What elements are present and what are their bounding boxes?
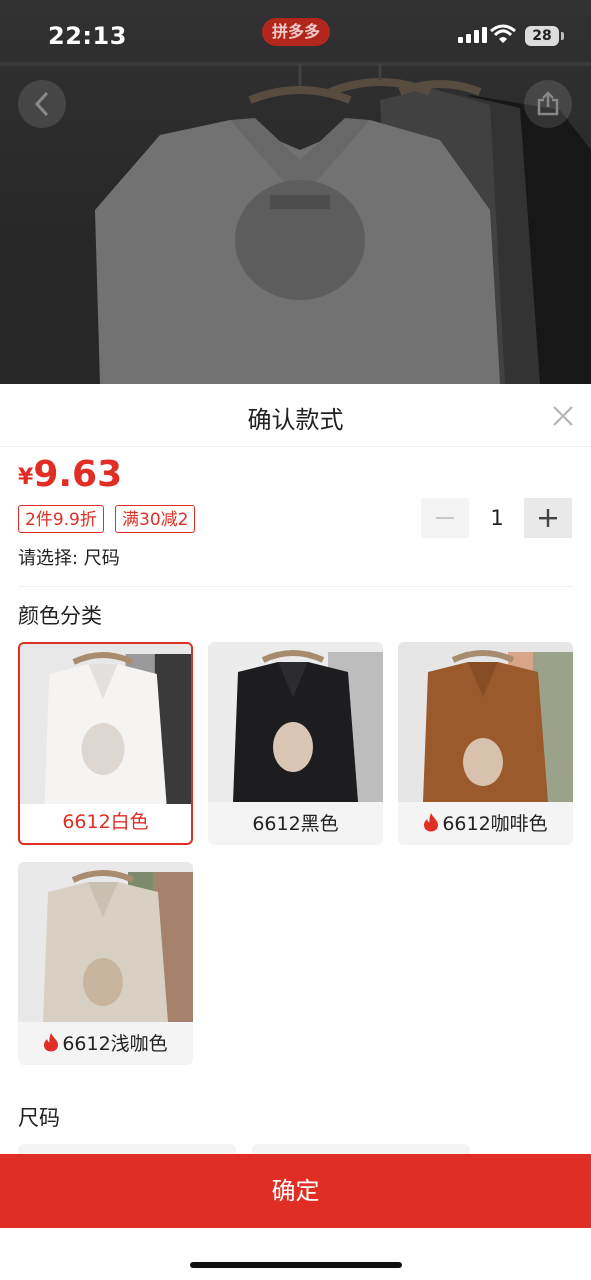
quantity-decrease-button[interactable] <box>421 498 469 538</box>
color-option-text: 6612黑色 <box>252 813 339 835</box>
selection-hint: 请选择: 尺码 <box>18 548 120 569</box>
color-option-label: 6612黑色 <box>208 803 383 845</box>
sheet-header: 确认款式 <box>0 384 591 447</box>
battery-tip <box>561 32 564 40</box>
sheet-title: 确认款式 <box>247 406 344 434</box>
home-indicator <box>190 1262 402 1268</box>
sku-selection-sheet: 确认款式 ¥9.63 2件9.9折 满30减2 请选择: 尺码 1 颜色分类 6… <box>0 384 591 1280</box>
price-currency: ¥ <box>18 465 34 490</box>
plus-icon <box>539 509 557 527</box>
share-button[interactable] <box>524 80 572 128</box>
confirm-button[interactable]: 确定 <box>0 1154 591 1228</box>
battery-indicator: 28 <box>525 26 559 46</box>
color-option-label: 6612咖啡色 <box>398 803 573 845</box>
status-bar: 22:13 拼多多 28 <box>0 0 591 64</box>
app-badge: 拼多多 <box>262 18 330 46</box>
chevron-left-icon <box>34 91 49 117</box>
color-option-image <box>20 644 191 804</box>
share-icon <box>537 91 559 116</box>
price: ¥9.63 <box>18 454 122 495</box>
color-option-text: 6612浅咖色 <box>62 1033 168 1055</box>
close-button[interactable] <box>549 402 577 430</box>
fire-icon <box>44 1033 59 1052</box>
color-option-label: 6612浅咖色 <box>18 1023 193 1065</box>
minus-icon <box>436 517 454 519</box>
back-button[interactable] <box>18 80 66 128</box>
promo-tag: 满30减2 <box>115 505 196 533</box>
color-option-text: 6612白色 <box>62 811 149 833</box>
color-option[interactable]: 6612白色 <box>18 642 193 845</box>
promo-tag: 2件9.9折 <box>18 505 104 533</box>
color-option-image <box>398 642 573 802</box>
color-option[interactable]: 6612浅咖色 <box>18 862 193 1065</box>
divider <box>18 586 573 587</box>
wifi-icon <box>490 24 516 43</box>
color-option-image <box>18 862 193 1022</box>
fire-icon <box>424 813 439 832</box>
cellular-signal-icon <box>458 27 487 43</box>
color-option-label: 6612白色 <box>20 801 191 843</box>
color-option[interactable]: 6612咖啡色 <box>398 642 573 845</box>
close-icon <box>553 406 573 426</box>
color-section-title: 颜色分类 <box>18 604 102 628</box>
color-option-text: 6612咖啡色 <box>442 813 548 835</box>
quantity-value[interactable]: 1 <box>470 498 524 538</box>
color-option-image <box>208 642 383 802</box>
price-amount: 9.63 <box>33 454 123 495</box>
quantity-increase-button[interactable] <box>524 498 572 538</box>
color-option[interactable]: 6612黑色 <box>208 642 383 845</box>
size-section-title: 尺码 <box>18 1106 60 1130</box>
status-time: 22:13 <box>48 22 127 50</box>
